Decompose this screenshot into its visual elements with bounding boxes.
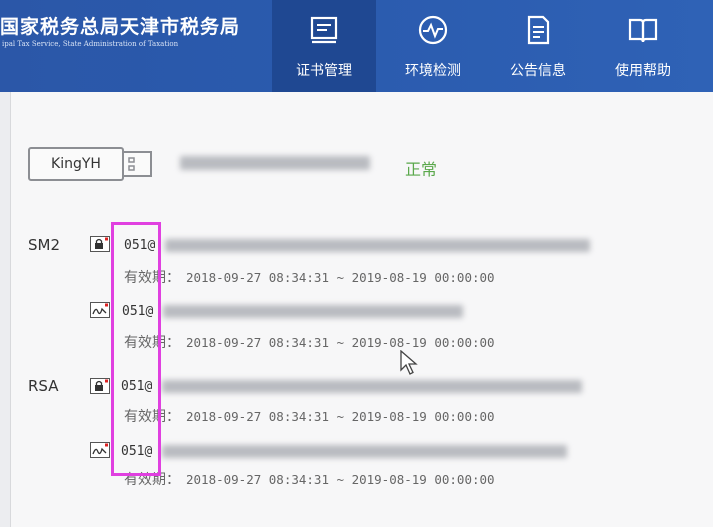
app-header: 国家税务总局天津市税务局 ipal Tax Service, State Adm… (0, 0, 713, 92)
cert-validity: 有效期： 2018-09-27 08:34:31 ~ 2019-08-19 00:… (124, 267, 495, 287)
nav-announcements[interactable]: 公告信息 (486, 0, 590, 92)
highlight-annotation-box (111, 222, 161, 476)
cert-name-redacted (162, 445, 567, 458)
device-status: 正常 (405, 160, 438, 179)
nav-help[interactable]: 使用帮助 (591, 0, 695, 92)
device-info-redacted (180, 156, 370, 170)
nav-label: 使用帮助 (615, 63, 671, 79)
cert-validity: 有效期： 2018-09-27 08:34:31 ~ 2019-08-19 00:… (124, 469, 495, 489)
cert-validity: 有效期： 2018-09-27 08:34:31 ~ 2019-08-19 00:… (124, 332, 495, 352)
cert-name-redacted (162, 380, 582, 393)
device-name: KingYH (51, 156, 101, 172)
usb-key-icon (124, 151, 152, 177)
algorithm-label-sm2: SM2 (28, 236, 61, 254)
pulse-check-icon (418, 15, 448, 45)
nav-label: 证书管理 (296, 63, 352, 79)
nav-certificate-management[interactable]: 证书管理 (272, 0, 376, 92)
nav-label: 环境检测 (405, 63, 461, 79)
signature-cert-icon (90, 442, 110, 458)
nav-label: 公告信息 (510, 63, 566, 79)
brand-subtitle: ipal Tax Service, State Administration o… (2, 40, 179, 48)
validity-range: 2018-09-27 08:34:31 ~ 2019-08-19 00:00:0… (186, 335, 495, 350)
certificate-icon (310, 16, 338, 44)
brand-title: 国家税务总局天津市税务局 (0, 16, 241, 38)
algorithm-label-rsa: RSA (28, 377, 59, 395)
cert-validity: 有效期： 2018-09-27 08:34:31 ~ 2019-08-19 00:… (124, 406, 495, 426)
lock-cert-icon (90, 378, 110, 394)
book-icon (628, 18, 658, 43)
document-icon (527, 15, 550, 45)
cert-name-redacted (163, 305, 463, 318)
lock-cert-icon (90, 236, 110, 252)
signature-cert-icon (90, 302, 110, 318)
validity-range: 2018-09-27 08:34:31 ~ 2019-08-19 00:00:0… (186, 472, 495, 487)
validity-range: 2018-09-27 08:34:31 ~ 2019-08-19 00:00:0… (186, 270, 495, 285)
nav-environment-check[interactable]: 环境检测 (381, 0, 485, 92)
mouse-cursor-icon (400, 350, 418, 375)
usb-key-device[interactable]: KingYH (28, 147, 124, 181)
cert-name-redacted (165, 239, 590, 252)
validity-range: 2018-09-27 08:34:31 ~ 2019-08-19 00:00:0… (186, 409, 495, 424)
